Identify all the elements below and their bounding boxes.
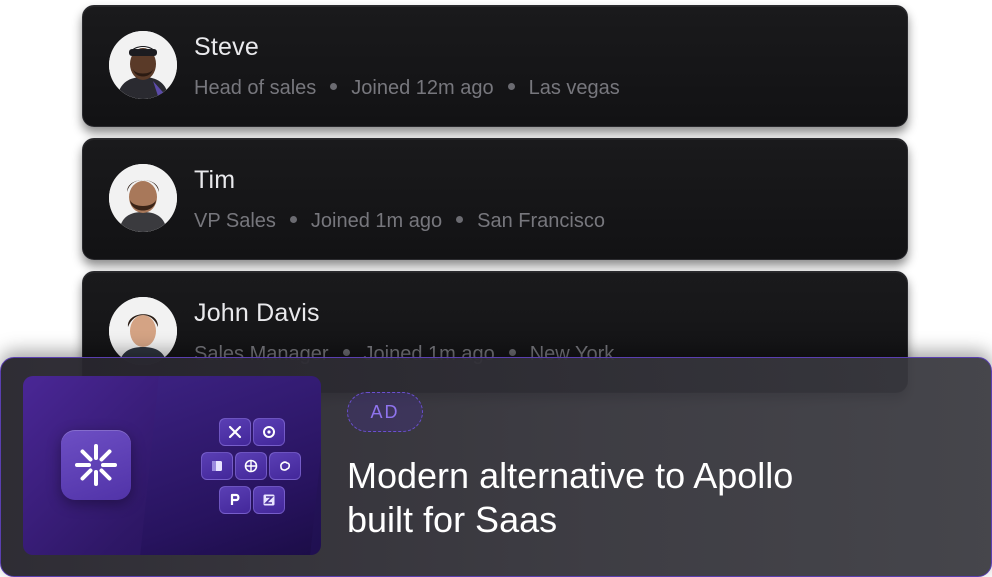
ad-image [23, 376, 321, 555]
sparkle-logo-icon [61, 430, 131, 500]
person-card-tim[interactable]: Tim VP Sales Joined 1m ago San Francisco [82, 138, 908, 260]
separator-dot-icon [508, 349, 516, 357]
separator-dot-icon [330, 83, 338, 91]
person-name: Steve [194, 33, 259, 61]
person-name: John Davis [194, 299, 320, 327]
person-role: VP Sales [194, 210, 276, 232]
integration-brain-icon [269, 452, 301, 480]
integration-p-icon [219, 486, 251, 514]
integration-globe-icon [235, 452, 267, 480]
ad-title[interactable]: Modern alternative to Apollo built for S… [347, 454, 947, 542]
person-joined: Joined 12m ago [351, 77, 494, 99]
avatar-john-icon [109, 297, 177, 365]
person-location: Las vegas [528, 77, 620, 99]
avatar [109, 164, 177, 232]
person-meta: Head of sales Joined 12m ago Las vegas [194, 77, 620, 100]
integration-spiral-icon [253, 418, 285, 446]
avatar [109, 31, 177, 99]
ad-badge: AD [347, 392, 423, 432]
person-card-steve[interactable]: Steve Head of sales Joined 12m ago Las veg… [82, 5, 908, 127]
ad-title-line-1: Modern alternative to Apollo [347, 455, 794, 496]
avatar [109, 297, 177, 365]
avatar-tim-icon [109, 164, 177, 232]
person-location: San Francisco [477, 210, 605, 232]
separator-dot-icon [507, 83, 515, 91]
person-name: Tim [194, 166, 236, 194]
ad-title-line-2: built for Saas [347, 499, 558, 540]
avatar-steve-icon [109, 31, 177, 99]
integration-doc-icon [201, 452, 233, 480]
separator-dot-icon [342, 349, 350, 357]
separator-dot-icon [289, 216, 297, 224]
integration-z-icon [253, 486, 285, 514]
ad-banner[interactable]: AD Modern alternative to Apollo built fo… [0, 357, 992, 577]
person-meta: VP Sales Joined 1m ago San Francisco [194, 210, 605, 233]
integration-x-icon [219, 418, 251, 446]
person-joined: Joined 1m ago [310, 210, 443, 232]
person-role: Head of sales [194, 77, 317, 99]
separator-dot-icon [456, 216, 464, 224]
